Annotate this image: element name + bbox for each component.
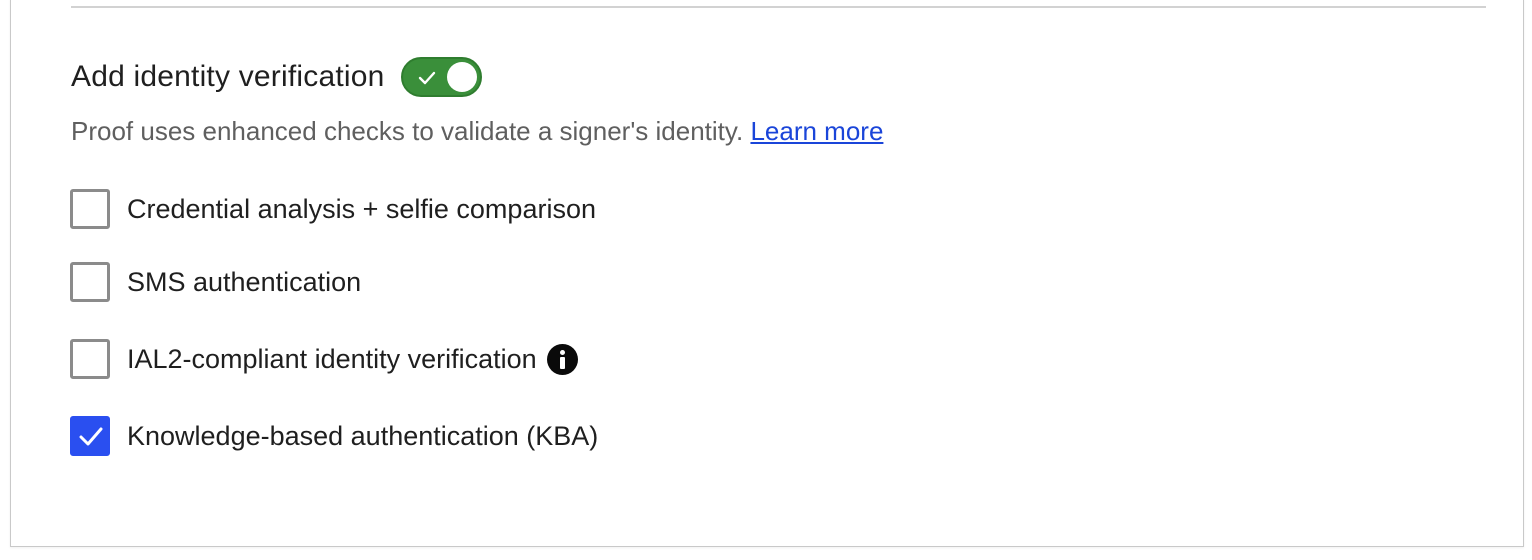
section-heading: Add identity verification	[71, 60, 385, 93]
credential-analysis-checkbox[interactable]	[70, 189, 110, 229]
checkmark-icon	[79, 427, 103, 446]
ial2-verification-checkbox[interactable]	[70, 339, 110, 379]
option-credential-analysis[interactable]: Credential analysis + selfie comparison	[70, 189, 596, 229]
option-label: IAL2-compliant identity verification	[127, 343, 537, 374]
option-ial2-verification[interactable]: IAL2-compliant identity verification	[70, 339, 578, 379]
option-sms-authentication[interactable]: SMS authentication	[70, 262, 361, 302]
heading-row: Add identity verification	[71, 56, 482, 98]
option-label: SMS authentication	[127, 266, 362, 297]
toggle-check-icon	[418, 71, 435, 85]
kba-checkbox[interactable]	[70, 416, 110, 456]
toggle-knob	[446, 62, 477, 92]
learn-more-link[interactable]: Learn more	[750, 116, 883, 146]
description-text: Proof uses enhanced checks to validate a…	[71, 116, 744, 146]
section-divider	[71, 6, 1486, 8]
identity-verification-toggle[interactable]	[400, 57, 482, 97]
sms-authentication-checkbox[interactable]	[70, 262, 110, 302]
info-icon[interactable]	[546, 343, 578, 375]
identity-verification-panel: Add identity verification Proof uses enh…	[10, 0, 1524, 547]
section-description: Proof uses enhanced checks to validate a…	[71, 116, 883, 147]
option-kba[interactable]: Knowledge-based authentication (KBA)	[70, 416, 598, 456]
option-label: Credential analysis + selfie comparison	[127, 193, 596, 224]
option-label: Knowledge-based authentication (KBA)	[127, 420, 599, 451]
